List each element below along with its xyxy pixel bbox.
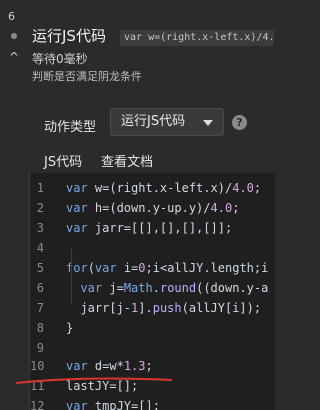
step-title: 运行JS代码 bbox=[32, 27, 106, 45]
step-description: 判断是否满足阴龙条件 bbox=[32, 70, 142, 83]
line-number: 5 bbox=[36, 261, 44, 275]
line-number: 9 bbox=[36, 341, 44, 355]
code-text: var d=w*1.3; bbox=[66, 359, 153, 373]
line-number: 1 bbox=[36, 181, 44, 195]
action-type-select[interactable]: 运行JS代码 bbox=[110, 108, 224, 136]
line-number: 8 bbox=[36, 321, 44, 335]
code-text: var tmpJY=[]; bbox=[66, 399, 160, 410]
line-number: 3 bbox=[36, 221, 44, 235]
line-number: 6 bbox=[36, 281, 44, 295]
action-type-label: 动作类型 bbox=[44, 120, 97, 135]
line-number: 4 bbox=[36, 241, 44, 255]
code-text: for(var i=0;i<allJY.length;i bbox=[66, 261, 269, 275]
line-number: 2 bbox=[36, 201, 44, 215]
code-text: var w=(right.x-left.x)/4.0; bbox=[66, 181, 262, 195]
status-dot-icon bbox=[11, 33, 17, 39]
red-underline-annotation bbox=[15, 377, 173, 384]
chevron-down-icon bbox=[203, 120, 213, 126]
code-text: } bbox=[66, 321, 74, 335]
help-icon[interactable]: ? bbox=[232, 115, 247, 130]
line-number: 12 bbox=[30, 399, 45, 410]
collapse-chevron-up-icon[interactable]: ^ bbox=[9, 50, 19, 64]
line-number: 7 bbox=[36, 301, 44, 315]
action-type-selected: 运行JS代码 bbox=[121, 114, 186, 129]
code-text: jarr[j-1].push(allJY[i]); bbox=[66, 301, 262, 315]
tab-view-docs[interactable]: 查看文档 bbox=[101, 151, 153, 170]
code-text: var h=(down.y-up.y)/4.0; bbox=[66, 201, 240, 215]
tab-js-code[interactable]: JS代码 bbox=[44, 151, 82, 170]
code-text: var j=Math.round((down.y-a bbox=[80, 281, 269, 295]
wait-time-text: 等待0毫秒 bbox=[32, 52, 88, 66]
code-text: var jarr=[[],[],[],[]]; bbox=[66, 221, 233, 235]
code-preview-chip: var w=(right.x-left.x)/4.0; v... bbox=[120, 30, 274, 46]
line-number: 10 bbox=[30, 359, 45, 373]
indent-guide bbox=[71, 248, 72, 304]
